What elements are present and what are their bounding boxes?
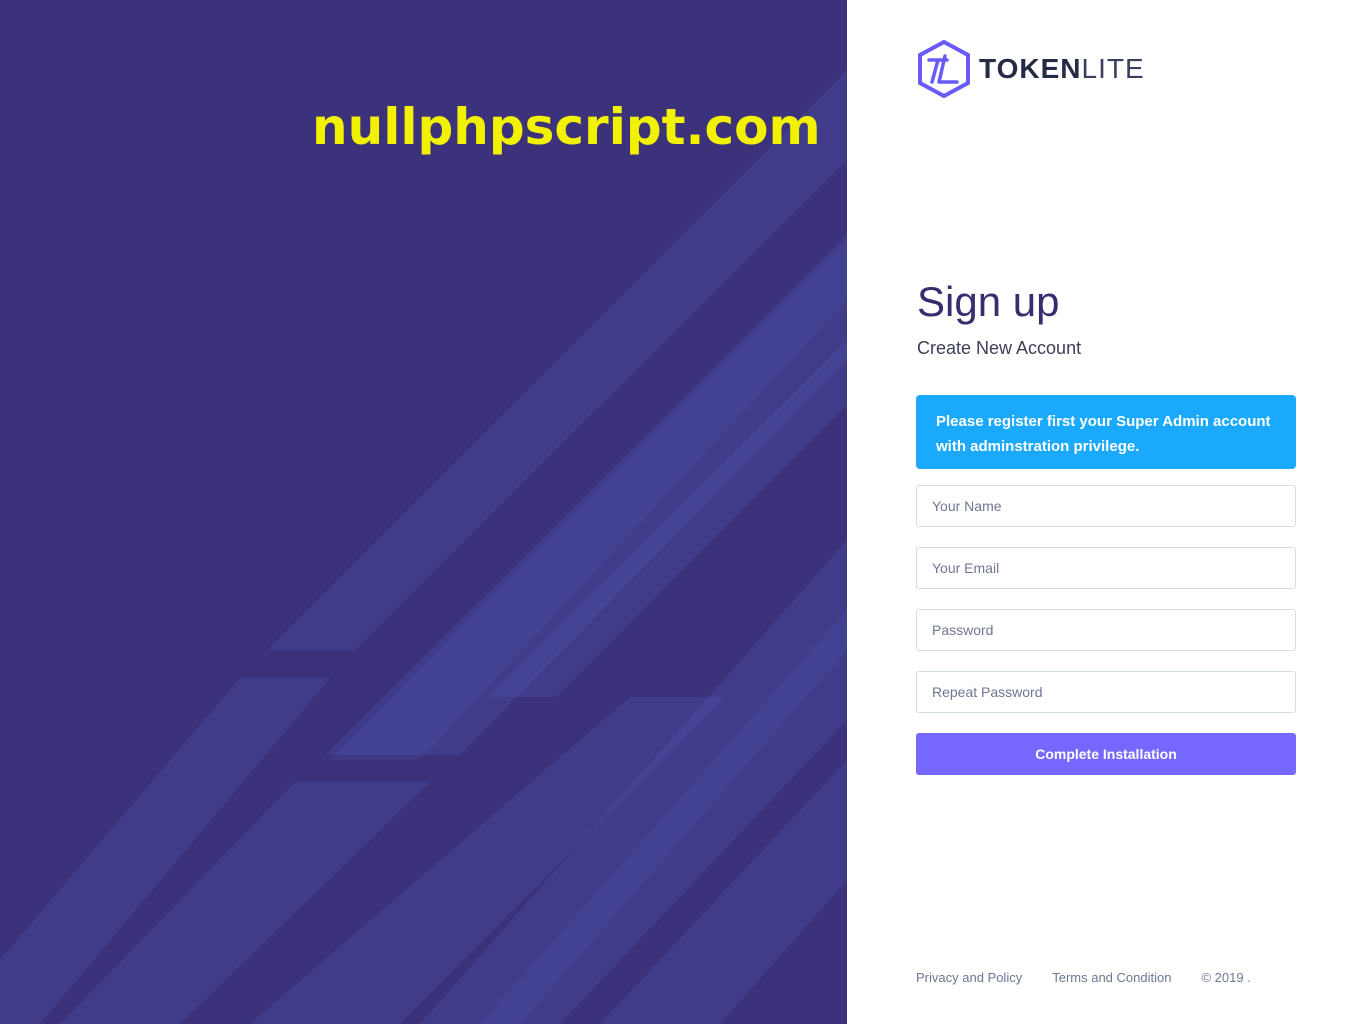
footer: Privacy and Policy Terms and Condition ©… — [916, 970, 1251, 985]
repeat-password-input[interactable] — [916, 671, 1296, 713]
complete-installation-button[interactable]: Complete Installation — [916, 733, 1296, 775]
watermark-text: nullphpscript.com — [312, 98, 821, 156]
brand-name: TOKENLITE — [979, 53, 1145, 85]
terms-condition-link[interactable]: Terms and Condition — [1052, 970, 1171, 985]
info-alert: Please register first your Super Admin a… — [916, 395, 1296, 469]
email-input[interactable] — [916, 547, 1296, 589]
copyright-text: © 2019 . — [1201, 970, 1251, 985]
page-subtitle: Create New Account — [917, 338, 1082, 358]
signup-panel: TOKENLITE Sign up Create New Account Ple… — [847, 0, 1366, 1024]
privacy-policy-link[interactable]: Privacy and Policy — [916, 970, 1022, 985]
page-title: Sign up — [917, 278, 1060, 325]
brand-logo[interactable]: TOKENLITE — [917, 40, 1145, 98]
left-decorative-panel: nullphpscript.com — [0, 0, 847, 1024]
name-input[interactable] — [916, 485, 1296, 527]
brand-name-bold: TOKEN — [979, 53, 1082, 84]
brand-name-light: LITE — [1081, 53, 1145, 84]
page: nullphpscript.com TOKENLITE Sign up Crea… — [0, 0, 1366, 1024]
tokenlite-hexagon-icon — [918, 40, 970, 98]
password-input[interactable] — [916, 609, 1296, 651]
